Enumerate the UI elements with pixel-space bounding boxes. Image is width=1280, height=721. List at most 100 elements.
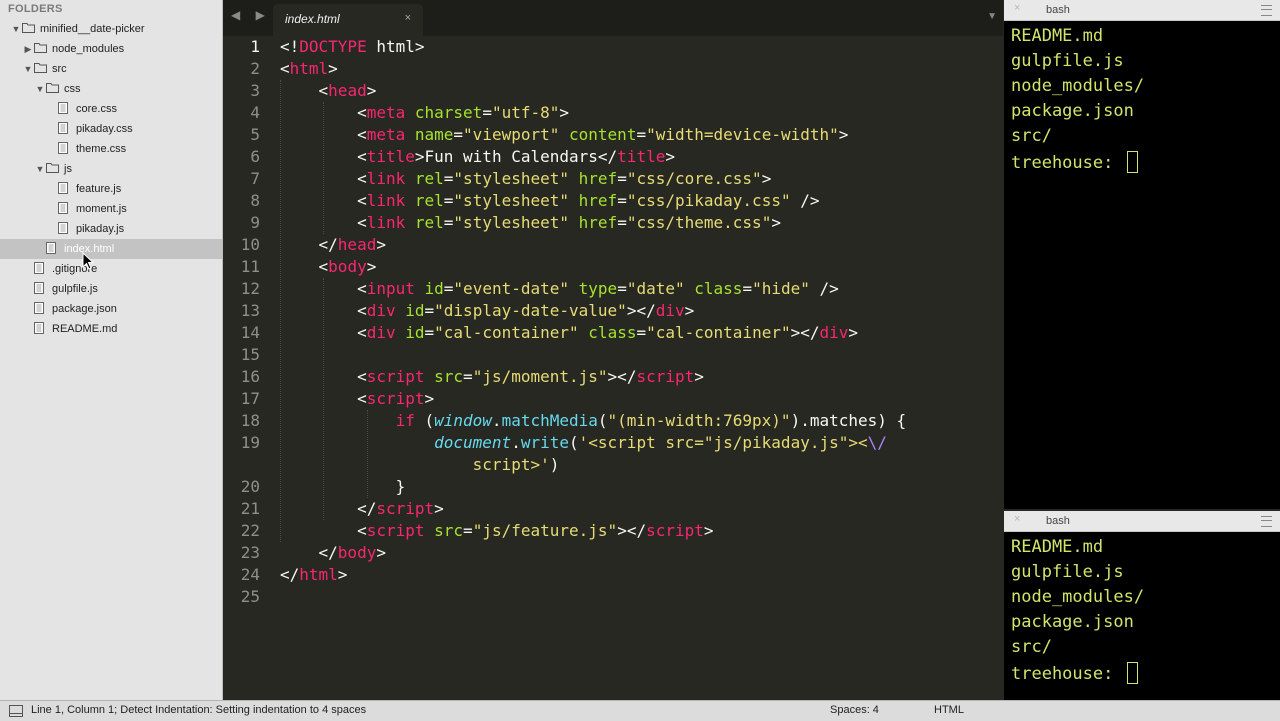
file-icon — [58, 222, 71, 234]
menu-icon[interactable] — [1261, 516, 1272, 527]
close-icon[interactable]: × — [1014, 513, 1020, 525]
code-token: = — [443, 191, 454, 210]
code-token: script — [636, 367, 695, 386]
file-item-index-html[interactable]: index.html — [0, 239, 222, 259]
code-token: = — [617, 279, 627, 298]
file-item-gulpfile-js[interactable]: gulpfile.js — [0, 279, 222, 299]
code-token: < — [280, 169, 367, 188]
code-token: "css/pikaday.css" — [626, 191, 791, 210]
chevron-down-icon[interactable]: ▼ — [34, 79, 46, 99]
text-cursor-icon — [1126, 662, 1138, 684]
tree-item-label: package.json — [52, 303, 117, 315]
code-token: ) — [549, 455, 560, 474]
terminal-prompt[interactable]: treehouse: — [1011, 151, 1138, 173]
code-token: </ — [280, 543, 338, 562]
code-token: head — [337, 235, 377, 254]
file-item-pikaday-css[interactable]: pikaday.css — [0, 119, 222, 139]
syntax-selector[interactable]: HTML — [934, 704, 964, 716]
chevron-down-icon[interactable]: ▼ — [22, 59, 34, 79]
code-token: script — [366, 367, 425, 386]
file-item-package-json[interactable]: package.json — [0, 299, 222, 319]
code-token: = — [424, 323, 435, 342]
code-token: window — [434, 411, 492, 430]
chevron-down-icon[interactable]: ▼ — [34, 159, 46, 179]
code-token: title — [366, 147, 415, 166]
file-item-readme-md[interactable]: README.md — [0, 319, 222, 339]
file-item-core-css[interactable]: core.css — [0, 99, 222, 119]
code-token: < — [280, 279, 367, 298]
indentation-selector[interactable]: Spaces: 4 — [830, 704, 879, 716]
folder-item-css[interactable]: ▼ css — [0, 79, 222, 99]
code-token: > — [366, 81, 377, 100]
terminal-titlebar: × bash — [1004, 0, 1280, 21]
code-token: charset — [414, 103, 483, 122]
code-token: "(min-width:769px)" — [607, 411, 791, 430]
code-line: <meta name="viewport" content="width=dev… — [280, 124, 848, 146]
line-number: 14 — [240, 323, 260, 342]
line-number: 16 — [240, 367, 260, 386]
code-token: > — [838, 125, 849, 144]
file-item-moment-js[interactable]: moment.js — [0, 199, 222, 219]
tree-item-label: pikaday.js — [76, 223, 125, 235]
line-number: 13 — [240, 301, 260, 320]
code-token: "cal-container" — [434, 323, 579, 342]
code-token: script — [646, 521, 704, 540]
terminal-titlebar: × bash — [1004, 511, 1280, 532]
menu-icon[interactable] — [1261, 5, 1272, 16]
line-number: 15 — [240, 345, 260, 364]
code-line: <link rel="stylesheet" href="css/pikaday… — [280, 190, 820, 212]
code-line: </script> — [280, 498, 444, 520]
code-token: "event-date" — [453, 279, 570, 298]
code-token: </ — [280, 499, 377, 518]
code-token: rel — [414, 213, 444, 232]
code-token: "css/core.css" — [626, 169, 762, 188]
code-line: </head> — [280, 234, 386, 256]
file-item-pikaday-js[interactable]: pikaday.js — [0, 219, 222, 239]
terminal-pane-bottom[interactable]: × bash README.md gulpfile.js node_modules/… — [1004, 511, 1280, 700]
code-token: div — [655, 301, 685, 320]
code-token: "hide" — [752, 279, 810, 298]
tab-index-html[interactable]: index.html × — [273, 4, 423, 36]
folder-item-js[interactable]: ▼ js — [0, 159, 222, 179]
close-icon[interactable]: × — [405, 12, 411, 24]
code-token: < — [280, 257, 329, 276]
code-line: <link rel="stylesheet" href="css/theme.c… — [280, 212, 781, 234]
tab-title: index.html — [285, 12, 340, 26]
close-icon[interactable]: × — [1014, 2, 1020, 14]
panel-toggle-icon[interactable] — [9, 705, 23, 717]
terminal-prompt[interactable]: treehouse: — [1011, 662, 1138, 684]
chevron-down-icon[interactable]: ▼ — [10, 19, 22, 39]
code-line: document.write('<script src="js/pikaday.… — [280, 432, 887, 454]
file-item-theme-css[interactable]: theme.css — [0, 139, 222, 159]
file-icon — [58, 182, 71, 194]
tab-nav-arrows[interactable]: ◀ ▶ — [231, 8, 271, 22]
mouse-cursor-icon — [82, 252, 94, 270]
terminal-pane-top[interactable]: × bash README.md gulpfile.js node_modules/… — [1004, 0, 1280, 509]
tree-item-label: theme.css — [76, 143, 127, 155]
folder-item-src[interactable]: ▼ src — [0, 59, 222, 79]
terminal-output-line: README.md — [1011, 537, 1104, 557]
code-token: /> — [809, 279, 839, 298]
code-token: < — [280, 59, 290, 78]
folder-item-minified-date-picker[interactable]: ▼ minified__date-picker — [0, 19, 222, 39]
line-number: 5 — [250, 125, 260, 144]
chevron-right-icon[interactable]: ▶ — [22, 39, 34, 59]
tab-menu-chevron-down-icon[interactable]: ▼ — [987, 11, 997, 22]
code-token: /> — [790, 191, 820, 210]
code-token: "date" — [626, 279, 685, 298]
code-token: = — [443, 213, 454, 232]
code-token: script — [366, 389, 425, 408]
code-token: href — [578, 191, 618, 210]
code-token: ).matches) { — [790, 411, 907, 430]
file-item--gitignore[interactable]: .gitignore — [0, 259, 222, 279]
file-item-feature-js[interactable]: feature.js — [0, 179, 222, 199]
folder-item-node-modules[interactable]: ▶ node_modules — [0, 39, 222, 59]
code-line: <html> — [280, 58, 338, 80]
code-token: > — [684, 301, 695, 320]
code-token: } — [280, 477, 406, 496]
code-token: = — [636, 323, 647, 342]
terminal-output-line: src/ — [1011, 637, 1052, 657]
